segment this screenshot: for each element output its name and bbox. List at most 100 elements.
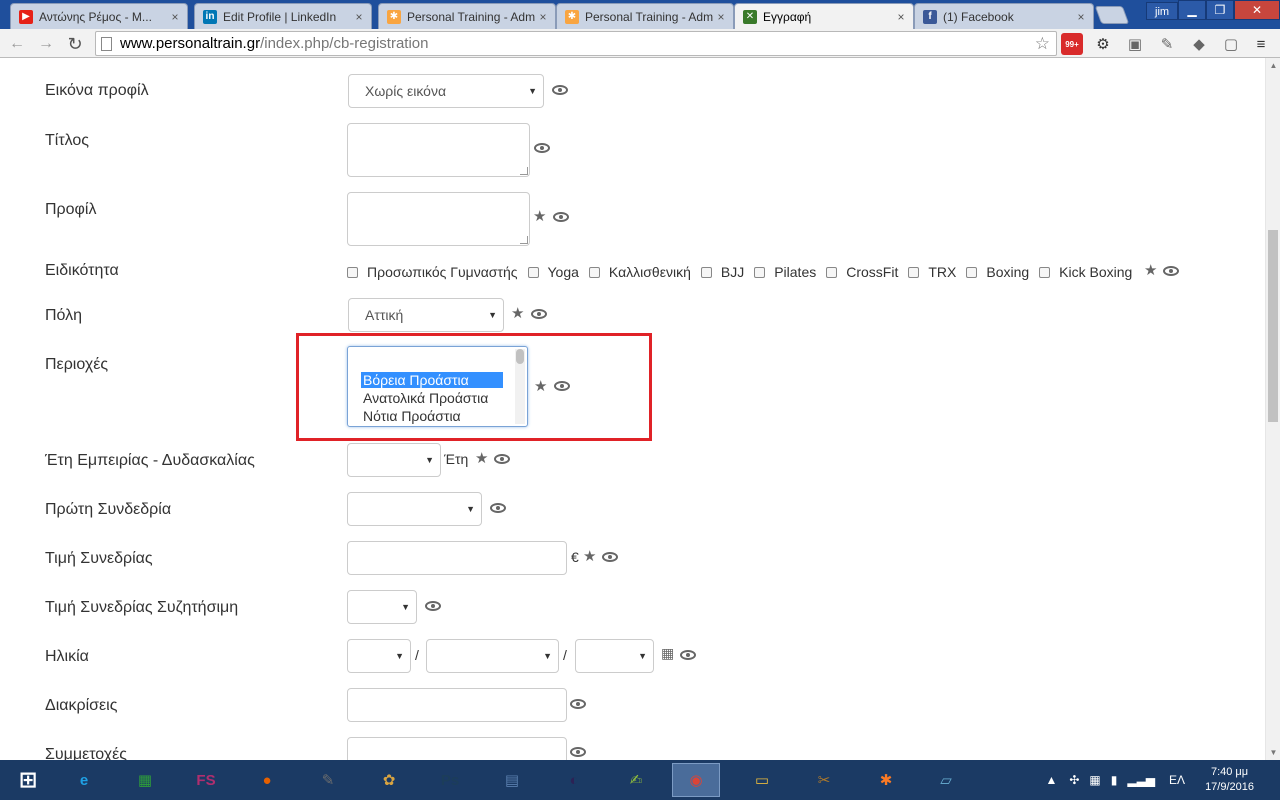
extension-badge-icon[interactable]: 99+ [1061,33,1083,55]
checkbox-box[interactable] [347,266,358,278]
back-icon[interactable]: ← [6,33,28,55]
windows-start-icon[interactable]: ⊞ [4,763,52,797]
avatar-select[interactable]: Χωρίς εικόνα ▼ [348,74,544,108]
extension-icon[interactable]: ▣ [1124,33,1146,55]
specialty-checkbox[interactable]: Καλλισθενική [588,264,691,280]
file-explorer-icon[interactable]: ▭ [738,763,786,797]
browser-tab[interactable]: in Edit Profile | LinkedIn × [194,3,372,29]
checkbox-box[interactable] [966,266,978,278]
menu-icon[interactable]: ≡ [1250,33,1272,55]
title-textarea[interactable] [347,123,530,177]
specialty-checkbox[interactable]: Boxing [966,264,1029,280]
tab-title: Εγγραφή [763,9,812,24]
specialty-checkbox[interactable]: BJJ [700,264,744,280]
tools-icon[interactable]: ✂ [800,763,848,797]
notes-icon[interactable]: ▱ [922,763,970,797]
checkbox-box[interactable] [588,266,600,278]
signal-icon[interactable]: ▂▃▅ [1127,773,1155,787]
browser-tab[interactable]: f (1) Facebook × [914,3,1094,29]
url-path: /index.php/cb-registration [260,35,429,52]
browser-tab[interactable]: ▶ Αντώνης Ρέμος - Μ... × [10,3,188,29]
profile-button[interactable]: jim [1146,2,1179,20]
participations-input[interactable] [347,737,567,760]
price-input[interactable] [347,541,567,575]
specialty-checkbox[interactable]: Pilates [754,264,816,280]
battery-icon[interactable]: ▮ [1111,773,1118,787]
scrollbar-thumb[interactable] [1268,230,1278,422]
specialty-checkbox-group: Προσωπικός Γυμναστής Yoga Καλλισθενική BJJ P… [347,264,1142,280]
browser-tab-strip: ▶ Αντώνης Ρέμος - Μ... × in Edit Profile | L… [0,0,1280,29]
scroll-down-icon[interactable]: ▼ [1266,745,1280,760]
tab-close-icon[interactable]: × [351,10,367,24]
page-scrollbar[interactable]: ▲ ▼ [1265,58,1280,760]
checkbox-box[interactable] [700,266,712,278]
address-bar[interactable]: www.personaltrain.gr/index.php/cb-regist… [95,31,1057,56]
minimize-button[interactable]: ▁ [1178,0,1206,20]
checkbox-box[interactable] [826,266,838,278]
calendar-icon[interactable]: ▦ [661,645,674,662]
browser-tab[interactable]: ✱ Personal Training - Adm × [378,3,556,29]
browser-tab[interactable]: ✕ Εγγραφή × [734,3,914,29]
awards-input[interactable] [347,688,567,722]
scroll-up-icon[interactable]: ▲ [1266,58,1280,73]
visibility-eye-icon [552,85,568,95]
bookmark-star-icon[interactable]: ☆ [1035,32,1050,55]
network-icon[interactable]: ▦ [1089,773,1100,787]
xampp-icon[interactable]: ✱ [862,763,910,797]
reload-icon[interactable]: ↻ [64,33,86,55]
profile-textarea[interactable] [347,192,530,246]
screenshot-extension-icon[interactable]: ▢ [1220,33,1242,55]
edit-extension-icon[interactable]: ✎ [1156,33,1178,55]
tab-close-icon[interactable]: × [713,10,729,24]
specialty-checkbox[interactable]: CrossFit [826,264,898,280]
date-separator: / [563,647,567,663]
chrome-icon[interactable]: ◉ [672,763,720,797]
ie-icon[interactable]: e [60,763,108,797]
tab-close-icon[interactable]: × [535,10,551,24]
experience-select[interactable]: ▼ [347,443,441,477]
page-content: Εικόνα προφίλ Χωρίς εικόνα ▼ Τίτλος Προφί… [0,58,1265,760]
firefox-icon[interactable]: ● [243,763,291,797]
required-star-icon: ★ [1144,262,1158,279]
notepadpp-icon[interactable]: ✍ [612,763,660,797]
title-label: Τίτλος [45,132,90,149]
fs-app-icon[interactable]: FS [182,763,230,797]
age-year-select[interactable]: ▼ [575,639,654,673]
android-extension-icon[interactable]: ◆ [1188,33,1210,55]
checkbox-box[interactable] [908,266,920,278]
age-day-select[interactable]: ▼ [347,639,411,673]
age-month-select[interactable]: ▼ [426,639,559,673]
awards-label: Διακρίσεις [45,697,118,714]
dropbox-icon[interactable]: ✣ [1069,773,1079,787]
gear-icon[interactable]: ⚙ [1092,33,1114,55]
eclipse-icon[interactable]: ◐ [550,763,598,797]
paint-icon[interactable]: ✿ [365,763,413,797]
new-tab-button[interactable] [1094,6,1130,24]
checkbox-box[interactable] [1039,266,1051,278]
gimp-icon[interactable]: ✎ [304,763,352,797]
city-select[interactable]: Αττική ▼ [348,298,504,332]
language-indicator[interactable]: ΕΛ [1169,773,1185,787]
tab-close-icon[interactable]: × [1073,10,1089,24]
specialty-checkbox[interactable]: Προσωπικός Γυμναστής [347,264,518,280]
photoshop-icon[interactable]: Ps [426,763,474,797]
checkbox-box[interactable] [527,266,539,278]
specialty-checkbox[interactable]: Kick Boxing [1039,264,1132,280]
close-window-button[interactable]: ✕ [1234,0,1280,20]
restore-button[interactable]: ❐ [1206,0,1234,20]
tab-close-icon[interactable]: × [167,10,183,24]
tab-close-icon[interactable]: × [893,10,909,24]
first-session-select[interactable]: ▼ [347,492,482,526]
forward-icon[interactable]: → [35,33,57,55]
specialty-checkbox[interactable]: TRX [908,264,956,280]
specialty-checkbox[interactable]: Yoga [527,264,579,280]
negotiable-select[interactable]: ▼ [347,590,417,624]
checkbox-label: Yoga [547,264,579,280]
tray-arrow-icon[interactable]: ▲ [1045,773,1057,787]
browser-tab[interactable]: ✱ Personal Training - Adm × [556,3,734,29]
clock[interactable]: 7:40 μμ 17/9/2016 [1205,765,1254,795]
experience-label: Έτη Εμπειρίας - Δυδασκαλίας [45,452,255,469]
calculator-icon[interactable]: ▤ [488,763,536,797]
store-icon[interactable]: ▦ [121,763,169,797]
checkbox-box[interactable] [754,266,766,278]
